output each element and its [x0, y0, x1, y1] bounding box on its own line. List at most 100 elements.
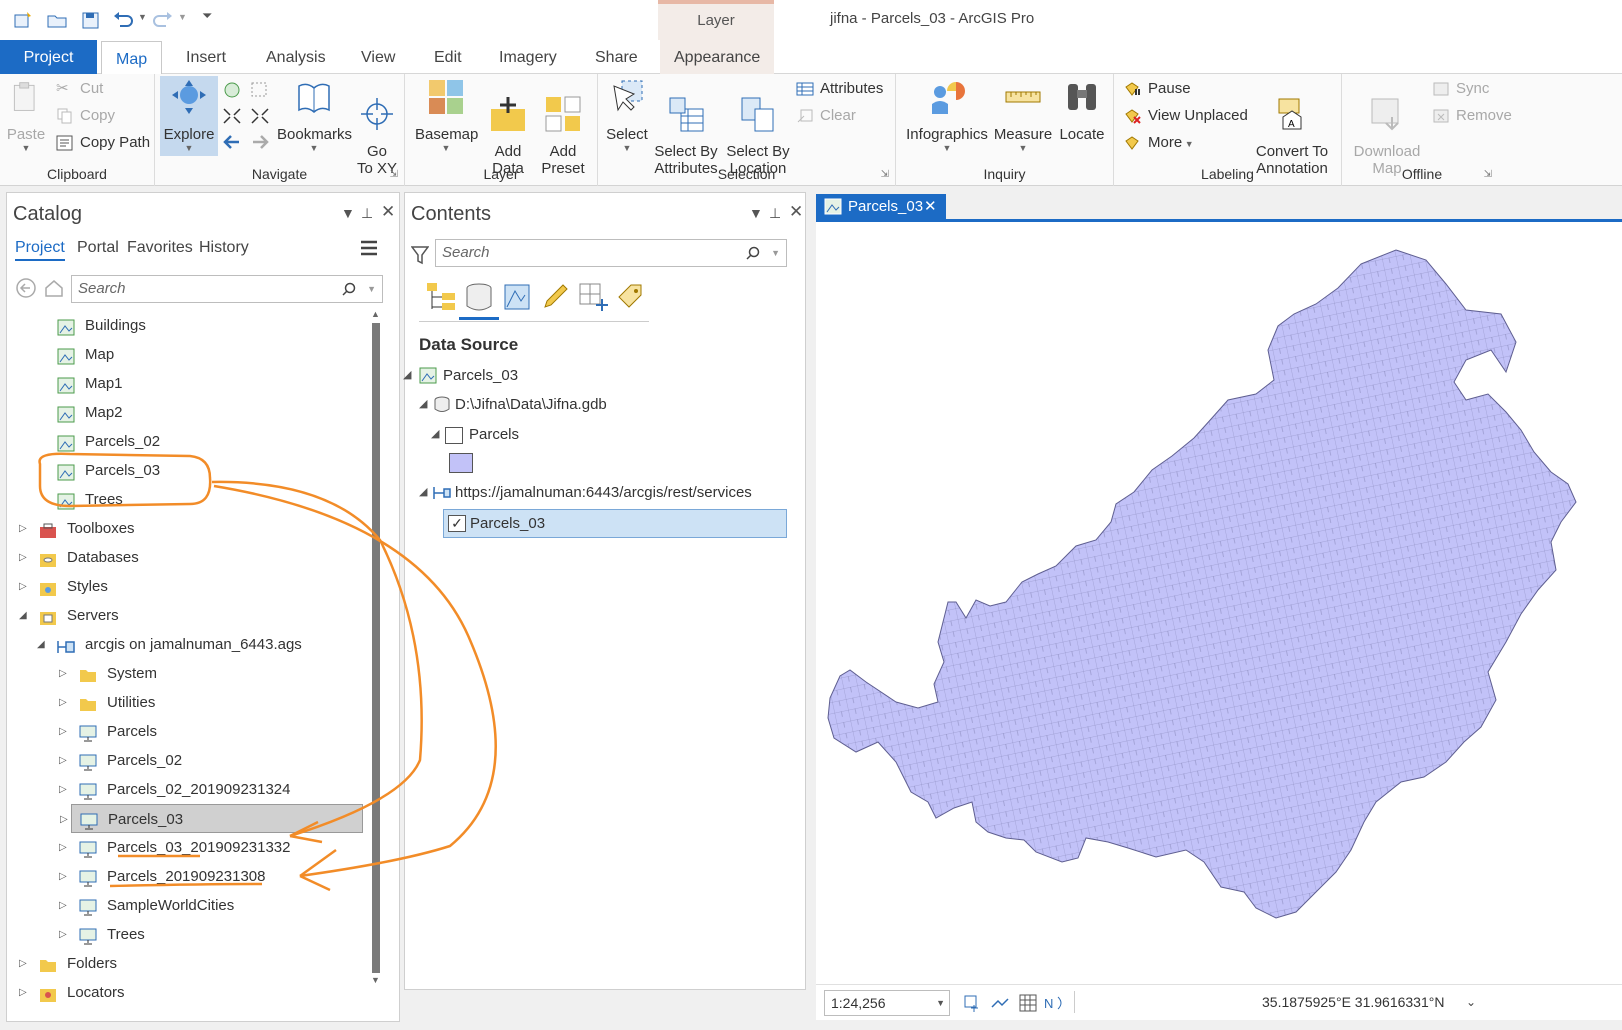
catalog-item[interactable]: Parcels_02 [7, 427, 365, 456]
scale-selector[interactable]: 1:24,256 ▼ [824, 990, 950, 1016]
expand-icon[interactable]: ▷ [59, 920, 67, 949]
offline-launcher-icon[interactable]: ⇲ [1484, 169, 1492, 180]
expand-icon[interactable]: ▷ [59, 717, 67, 746]
add-preset-button[interactable]: Add Preset [535, 78, 591, 177]
polygon-symbol-swatch[interactable] [449, 453, 473, 473]
catalog-tab-portal[interactable]: Portal [77, 239, 119, 257]
visibility-checkbox-checked[interactable]: ✓ [448, 515, 466, 532]
collapse-icon[interactable]: ◢ [431, 420, 439, 449]
catalog-item[interactable]: ◢ arcgis on jamalnuman_6443.ags [7, 630, 365, 659]
select-by-location-button[interactable]: Select By Location [724, 78, 792, 177]
view-unplaced-button[interactable]: View Unplaced [1122, 105, 1248, 127]
search-options-icon[interactable]: ▼ [771, 240, 780, 266]
expand-icon[interactable]: ▷ [59, 688, 67, 717]
catalog-menu-icon[interactable]: ▼ [341, 205, 355, 221]
expand-icon[interactable]: ▷ [19, 978, 27, 1007]
collapse-icon[interactable]: ◢ [37, 630, 45, 659]
list-by-editing-icon[interactable] [539, 281, 571, 313]
catalog-scrollbar[interactable]: ▲ ▼ [369, 309, 383, 989]
catalog-item[interactable]: Buildings [7, 311, 365, 340]
open-project-icon[interactable] [46, 10, 68, 30]
search-options-icon[interactable]: ▼ [367, 276, 376, 302]
tab-analysis[interactable]: Analysis [252, 40, 340, 74]
measure-button[interactable]: Measure ▼ [992, 78, 1054, 153]
hamburger-menu-icon[interactable] [359, 239, 379, 257]
expand-icon[interactable]: ▷ [19, 572, 27, 601]
expand-icon[interactable]: ▷ [59, 833, 67, 862]
catalog-item[interactable]: ▷ SampleWorldCities [7, 891, 365, 920]
catalog-item[interactable]: Map [7, 340, 365, 369]
basemap-button[interactable]: Basemap ▼ [415, 78, 478, 153]
locate-button[interactable]: Locate [1056, 78, 1108, 143]
catalog-tab-history[interactable]: History [199, 239, 249, 257]
go-to-xy-button[interactable]: Go To XY [353, 78, 401, 177]
map-canvas[interactable] [816, 222, 1622, 984]
parcels-map[interactable] [816, 222, 1622, 984]
catalog-item[interactable]: ▷ Toolboxes [7, 514, 365, 543]
filter-icon[interactable] [411, 245, 429, 265]
scale-dropdown-icon[interactable]: ▼ [936, 991, 945, 1015]
expand-icon[interactable]: ▷ [59, 891, 67, 920]
catalog-item[interactable]: ▷ Locators [7, 978, 365, 1007]
catalog-item[interactable]: ▷ System [7, 659, 365, 688]
tab-imagery[interactable]: Imagery [485, 40, 571, 74]
contents-close-icon[interactable]: ✕ [789, 202, 803, 222]
expand-icon[interactable]: ▷ [60, 805, 68, 834]
attributes-button[interactable]: Attributes [794, 78, 883, 100]
catalog-item[interactable]: ▷ Parcels_03 [60, 804, 363, 833]
navigate-launcher-icon[interactable]: ⇲ [390, 169, 398, 180]
catalog-item[interactable]: ▷ Parcels_02_201909231324 [7, 775, 365, 804]
fixed-zoom-out-icon[interactable] [249, 106, 271, 126]
list-by-selection-icon[interactable] [501, 281, 533, 313]
catalog-tab-favorites[interactable]: Favorites [127, 239, 193, 257]
expand-icon[interactable]: ▷ [19, 514, 27, 543]
undo-dropdown-icon[interactable]: ▼ [138, 12, 147, 22]
tab-edit[interactable]: Edit [420, 40, 476, 74]
coordinate-format-dropdown-icon[interactable]: ⌄ [1466, 995, 1476, 1009]
catalog-item[interactable]: ▷ Parcels_201909231308 [7, 862, 365, 891]
tab-view[interactable]: View [347, 40, 409, 74]
list-by-drawing-order-icon[interactable] [425, 281, 457, 313]
expand-icon[interactable]: ▷ [59, 659, 67, 688]
catalog-item[interactable]: Parcels_03 [7, 456, 365, 485]
catalog-item[interactable]: ▷ Trees [7, 920, 365, 949]
scroll-up-icon[interactable]: ▲ [371, 309, 380, 319]
select-button[interactable]: Select ▼ [604, 78, 650, 153]
home-icon[interactable] [43, 277, 65, 299]
catalog-item[interactable]: ▷ Folders [7, 949, 365, 978]
rotation-icon[interactable]: N [1044, 993, 1066, 1013]
convert-to-annotation-button[interactable]: A Convert To Annotation [1250, 78, 1334, 177]
close-tab-icon[interactable]: ✕ [924, 194, 937, 220]
contents-pin-icon[interactable]: ⊥ [769, 205, 781, 222]
back-icon[interactable] [15, 277, 37, 299]
catalog-item[interactable]: ▷ Parcels_02 [7, 746, 365, 775]
catalog-item[interactable]: ▷ Utilities [7, 688, 365, 717]
add-data-button[interactable]: Add Data [485, 78, 531, 177]
contents-search-input[interactable]: Search ▼ [435, 239, 787, 267]
scroll-down-icon[interactable]: ▼ [371, 975, 380, 985]
visibility-checkbox[interactable] [445, 427, 463, 444]
catalog-item[interactable]: ▷ Databases [7, 543, 365, 572]
catalog-item[interactable]: ▷ Styles [7, 572, 365, 601]
tab-project[interactable]: Project [0, 40, 97, 74]
map-view-tab[interactable]: Parcels_03 ✕ [816, 194, 946, 220]
catalog-item[interactable]: Map2 [7, 398, 365, 427]
list-by-snapping-icon[interactable] [577, 281, 609, 313]
fixed-extent-icon[interactable] [962, 993, 982, 1013]
collapse-icon[interactable]: ◢ [419, 390, 427, 419]
collapse-icon[interactable]: ◢ [419, 478, 427, 507]
full-extent-icon[interactable] [221, 80, 243, 100]
expand-icon[interactable]: ▷ [59, 862, 67, 891]
snapping-icon[interactable] [990, 993, 1010, 1013]
more-labeling-button[interactable]: More ▼ [1122, 132, 1194, 154]
pause-labeling-button[interactable]: Pause [1122, 78, 1191, 100]
copy-path-button[interactable]: Copy Path [54, 132, 150, 154]
undo-icon[interactable] [112, 10, 134, 30]
expand-icon[interactable]: ▷ [59, 746, 67, 775]
catalog-item[interactable]: ◢ Servers [7, 601, 365, 630]
catalog-item[interactable]: Map1 [7, 369, 365, 398]
list-by-labeling-icon[interactable] [615, 281, 647, 313]
zoom-to-selection-icon[interactable] [249, 80, 271, 100]
catalog-item[interactable]: ▷ Parcels_03_201909231332 [7, 833, 365, 862]
explore-button[interactable]: Explore ▼ [160, 76, 218, 156]
